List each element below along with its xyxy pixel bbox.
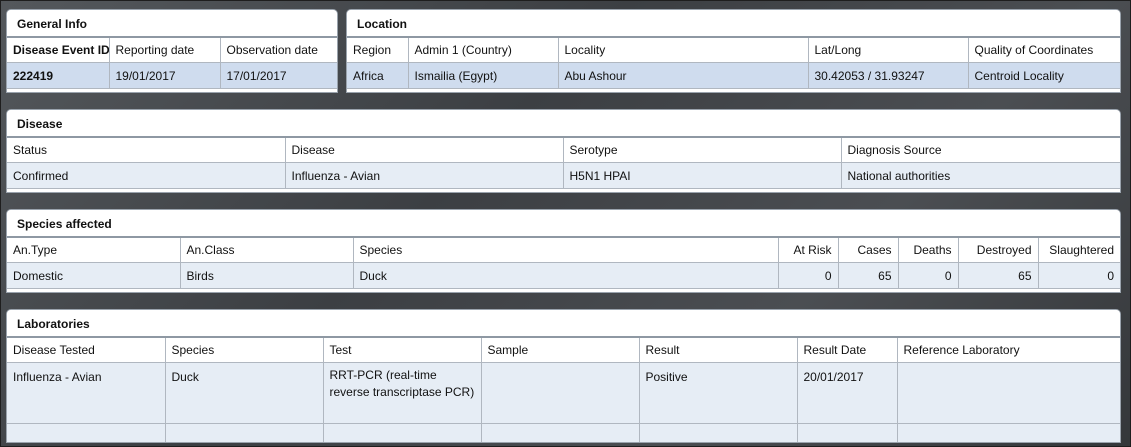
column-header: An.Class — [180, 238, 354, 263]
general-info-panel: General Info Disease Event ID Reporting … — [6, 9, 338, 93]
result-cell: Positive — [639, 362, 798, 424]
disease-tested-cell: Influenza - Avian — [7, 362, 166, 424]
column-header: Diagnosis Source — [841, 138, 1120, 163]
destroyed-cell: 65 — [958, 262, 1039, 289]
animal-class-cell: Birds — [180, 262, 354, 289]
cases-cell: 65 — [838, 262, 899, 289]
column-header: Disease — [285, 138, 564, 163]
result-date-cell: 20/01/2017 — [797, 362, 898, 424]
column-header: Disease Event ID — [7, 38, 110, 63]
species-title: Species affected — [7, 210, 1120, 238]
column-header: Serotype — [563, 138, 842, 163]
species-panel: Species affected An.Type An.Class Specie… — [6, 209, 1121, 293]
table-header-row: Region Admin 1 (Country) Locality Lat/Lo… — [347, 38, 1120, 63]
column-header: Admin 1 (Country) — [408, 38, 559, 63]
location-panel: Location Region Admin 1 (Country) Locali… — [346, 9, 1121, 93]
lab-species-cell: Duck — [165, 362, 324, 424]
column-header: Sample — [481, 338, 640, 363]
location-table: Region Admin 1 (Country) Locality Lat/Lo… — [347, 38, 1120, 89]
slaughtered-cell: 0 — [1038, 262, 1120, 289]
disease-table: Status Disease Serotype Diagnosis Source… — [7, 138, 1120, 189]
column-header: Test — [323, 338, 482, 363]
column-header: Region — [347, 38, 409, 63]
sample-cell — [481, 362, 640, 424]
locality-cell: Abu Ashour — [558, 62, 809, 89]
disease-panel: Disease Status Disease Serotype Diagnosi… — [6, 109, 1121, 193]
test-cell: RRT-PCR (real-time reverse transcriptase… — [323, 362, 482, 424]
disease-cell: Influenza - Avian — [285, 162, 564, 189]
table-row[interactable]: 222419 19/01/2017 17/01/2017 — [7, 62, 337, 89]
table-row[interactable]: Confirmed Influenza - Avian H5N1 HPAI Na… — [7, 162, 1120, 189]
table-row[interactable]: Domestic Birds Duck 0 65 0 65 0 — [7, 262, 1120, 289]
general-info-table: Disease Event ID Reporting date Observat… — [7, 38, 337, 89]
animal-type-cell: Domestic — [7, 262, 181, 289]
column-header: Slaughtered — [1038, 238, 1120, 263]
column-header: Lat/Long — [808, 38, 969, 63]
table-filler-row — [7, 423, 1120, 442]
observation-date-cell: 17/01/2017 — [220, 62, 337, 89]
column-header: Deaths — [898, 238, 959, 263]
species-cell: Duck — [353, 262, 779, 289]
column-header: Destroyed — [958, 238, 1039, 263]
table-header-row: An.Type An.Class Species At Risk Cases D… — [7, 238, 1120, 263]
table-header-row: Status Disease Serotype Diagnosis Source — [7, 138, 1120, 163]
column-header: At Risk — [778, 238, 839, 263]
laboratories-panel: Laboratories Disease Tested Species Test… — [6, 309, 1121, 443]
column-header: Reference Laboratory — [897, 338, 1120, 363]
table-header-row: Disease Tested Species Test Sample Resul… — [7, 338, 1120, 363]
column-header: Quality of Coordinates — [968, 38, 1120, 63]
column-header: Result — [639, 338, 798, 363]
status-cell: Confirmed — [7, 162, 286, 189]
region-cell: Africa — [347, 62, 409, 89]
latlong-cell: 30.42053 / 31.93247 — [808, 62, 969, 89]
reference-laboratory-cell — [897, 362, 1120, 424]
column-header: Reporting date — [109, 38, 221, 63]
laboratories-title: Laboratories — [7, 310, 1120, 338]
at-risk-cell: 0 — [778, 262, 839, 289]
column-header: Cases — [838, 238, 899, 263]
coordinate-quality-cell: Centroid Locality — [968, 62, 1120, 89]
event-id-cell: 222419 — [7, 62, 110, 89]
species-table: An.Type An.Class Species At Risk Cases D… — [7, 238, 1120, 289]
table-header-row: Disease Event ID Reporting date Observat… — [7, 38, 337, 63]
table-row[interactable]: Influenza - Avian Duck RRT-PCR (real-tim… — [7, 362, 1120, 424]
column-header: Status — [7, 138, 286, 163]
table-row[interactable]: Africa Ismailia (Egypt) Abu Ashour 30.42… — [347, 62, 1120, 89]
location-title: Location — [347, 10, 1120, 38]
column-header: Species — [353, 238, 779, 263]
column-header: Species — [165, 338, 324, 363]
column-header: Disease Tested — [7, 338, 166, 363]
column-header: An.Type — [7, 238, 181, 263]
disease-title: Disease — [7, 110, 1120, 138]
general-info-title: General Info — [7, 10, 337, 38]
serotype-cell: H5N1 HPAI — [563, 162, 842, 189]
admin1-cell: Ismailia (Egypt) — [408, 62, 559, 89]
column-header: Locality — [558, 38, 809, 63]
reporting-date-cell: 19/01/2017 — [109, 62, 221, 89]
deaths-cell: 0 — [898, 262, 959, 289]
column-header: Observation date — [220, 38, 337, 63]
laboratories-table: Disease Tested Species Test Sample Resul… — [7, 338, 1120, 442]
column-header: Result Date — [797, 338, 898, 363]
diagnosis-source-cell: National authorities — [841, 162, 1120, 189]
